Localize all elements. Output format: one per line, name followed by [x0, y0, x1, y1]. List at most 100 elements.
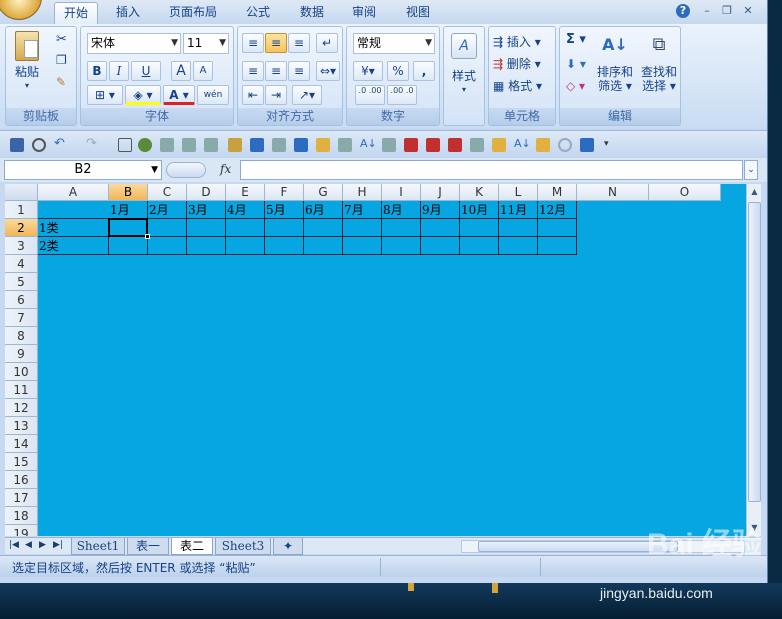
cell-d3[interactable]: [187, 237, 226, 255]
cell-f1[interactable]: 5月: [265, 201, 304, 219]
sort-icon[interactable]: A↓: [360, 138, 377, 152]
worksheet-grid[interactable]: A B C D E F G H I J K L M N O 1 2 3 4 5 6 7 8 9 10 11 12 13 14 15 16 17…: [5, 184, 746, 536]
column-header-g[interactable]: G: [304, 184, 343, 201]
tab-page-layout[interactable]: 页面布局: [162, 2, 224, 24]
insert-function-button[interactable]: fx: [220, 162, 231, 176]
percent-button[interactable]: %: [387, 61, 409, 81]
row-header-11[interactable]: 11: [5, 381, 38, 399]
column-header-d[interactable]: D: [187, 184, 226, 201]
row-header-13[interactable]: 13: [5, 417, 38, 435]
row-header-17[interactable]: 17: [5, 489, 38, 507]
column-header-b[interactable]: B: [109, 184, 148, 201]
currency-button[interactable]: ¥▾: [353, 61, 383, 81]
row-header-4[interactable]: 4: [5, 255, 38, 273]
cell-i3[interactable]: [382, 237, 421, 255]
tab-view[interactable]: 视图: [398, 2, 438, 24]
sheet-tab-table2[interactable]: 表二: [171, 538, 213, 555]
tab-home[interactable]: 开始: [54, 2, 98, 24]
cell-c3[interactable]: [148, 237, 187, 255]
cell-g2[interactable]: [304, 219, 343, 237]
toolbar-icon-12[interactable]: [470, 138, 484, 152]
number-format-select[interactable]: 常规 ▼: [353, 33, 435, 54]
merge-center-button[interactable]: ⇔▾: [316, 61, 340, 81]
expand-formula-bar-icon[interactable]: ⌄: [744, 160, 758, 180]
chart-icon[interactable]: [138, 138, 152, 152]
formula-input[interactable]: [240, 160, 743, 180]
row-header-1[interactable]: 1: [5, 201, 38, 219]
font-size-select[interactable]: 11 ▼: [183, 33, 229, 54]
cell-d2[interactable]: [187, 219, 226, 237]
column-header-l[interactable]: L: [499, 184, 538, 201]
first-sheet-icon[interactable]: |◀: [9, 540, 19, 550]
toolbar-icon-13[interactable]: [492, 138, 506, 152]
underline-button[interactable]: U: [131, 61, 161, 81]
format-cells-button[interactable]: ▦ 格式 ▾: [493, 79, 542, 93]
column-header-j[interactable]: J: [421, 184, 460, 201]
insert-cells-button[interactable]: ⇶ 插入 ▾: [493, 35, 541, 49]
next-sheet-icon[interactable]: ▶: [39, 540, 46, 550]
row-header-8[interactable]: 8: [5, 327, 38, 345]
paste-small-icon[interactable]: [536, 138, 550, 152]
redo-icon[interactable]: ↷: [86, 137, 100, 152]
toolbar-icon-9[interactable]: [404, 138, 418, 152]
office-button[interactable]: [0, 0, 42, 20]
cell-j1[interactable]: 9月: [421, 201, 460, 219]
decrease-indent-button[interactable]: ⇤: [242, 85, 264, 105]
cell-k3[interactable]: [460, 237, 499, 255]
cell-l1[interactable]: 11月: [499, 201, 538, 219]
cell-a2[interactable]: 1类: [38, 219, 109, 237]
align-top-button[interactable]: ≡: [242, 33, 264, 53]
shrink-font-button[interactable]: A: [193, 61, 213, 81]
cell-a1[interactable]: [38, 201, 109, 219]
toolbar-icon-8[interactable]: [382, 138, 396, 152]
customize-qat-icon[interactable]: ▾: [604, 138, 618, 152]
save-icon[interactable]: [10, 138, 24, 152]
cell-e3[interactable]: [226, 237, 265, 255]
phonetic-button[interactable]: wén: [197, 85, 229, 105]
column-header-k[interactable]: K: [460, 184, 499, 201]
decrease-decimal-button[interactable]: .00 .0: [387, 85, 417, 105]
cell-a3[interactable]: 2类: [38, 237, 109, 255]
bold-button[interactable]: B: [87, 61, 107, 81]
row-header-18[interactable]: 18: [5, 507, 38, 525]
delete-cells-button[interactable]: ⇶ 删除 ▾: [493, 57, 541, 71]
column-header-a[interactable]: A: [38, 184, 109, 201]
autosum-button[interactable]: Σ ▾: [566, 33, 586, 47]
cell-m2[interactable]: [538, 219, 577, 237]
cell-b3[interactable]: [109, 237, 148, 255]
increase-decimal-button[interactable]: .0 .00: [355, 85, 385, 105]
name-box[interactable]: B2 ▼: [4, 160, 162, 180]
copy-icon[interactable]: ❐: [56, 53, 67, 67]
scroll-up-icon[interactable]: ▲: [748, 185, 761, 199]
cell-k1[interactable]: 10月: [460, 201, 499, 219]
align-right-button[interactable]: ≡: [288, 61, 310, 81]
cell-e2[interactable]: [226, 219, 265, 237]
row-header-15[interactable]: 15: [5, 453, 38, 471]
column-header-h[interactable]: H: [343, 184, 382, 201]
fill-handle[interactable]: [145, 234, 150, 239]
cell-h3[interactable]: [343, 237, 382, 255]
tab-review[interactable]: 审阅: [344, 2, 384, 24]
cell-b1[interactable]: 1月: [109, 201, 148, 219]
cell-f3[interactable]: [265, 237, 304, 255]
sheet-tab-sheet3[interactable]: Sheet3: [215, 538, 271, 555]
cell-i2[interactable]: [382, 219, 421, 237]
vertical-scroll-thumb[interactable]: [748, 202, 761, 502]
toolbar-icon-7[interactable]: [338, 138, 352, 152]
sheet-tab-sheet1[interactable]: Sheet1: [71, 538, 125, 555]
row-header-10[interactable]: 10: [5, 363, 38, 381]
cell-l3[interactable]: [499, 237, 538, 255]
column-header-n[interactable]: N: [577, 184, 649, 201]
row-header-7[interactable]: 7: [5, 309, 38, 327]
cell-k2[interactable]: [460, 219, 499, 237]
styles-button[interactable]: A 样式 ▾: [446, 33, 482, 97]
column-header-f[interactable]: F: [265, 184, 304, 201]
minimize-icon[interactable]: –: [700, 4, 714, 18]
align-bottom-button[interactable]: ≡: [288, 33, 310, 53]
column-header-i[interactable]: I: [382, 184, 421, 201]
sort-asc-icon[interactable]: A↓: [514, 138, 531, 152]
print-preview-icon[interactable]: [32, 138, 46, 152]
cell-m3[interactable]: [538, 237, 577, 255]
last-sheet-icon[interactable]: ▶|: [53, 540, 63, 550]
cell-h1[interactable]: 7月: [343, 201, 382, 219]
